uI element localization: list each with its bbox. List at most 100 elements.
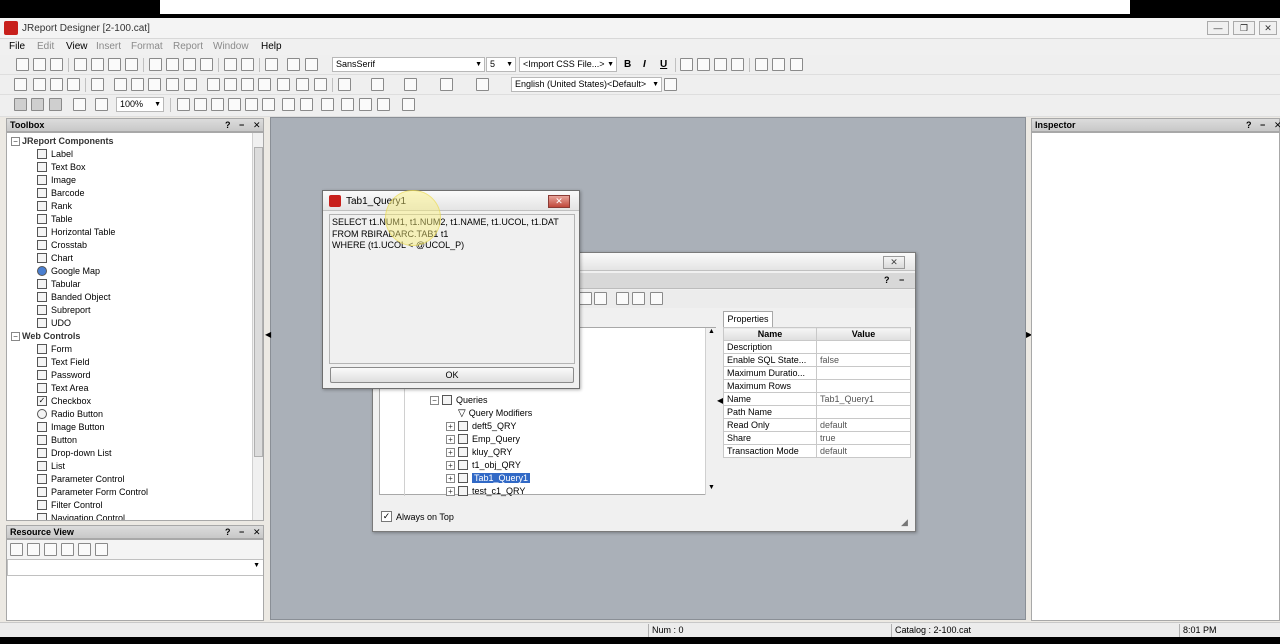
catalog-minimize-button[interactable]: − xyxy=(899,275,904,285)
copy-format-icon[interactable] xyxy=(73,98,86,111)
group-icon[interactable] xyxy=(91,78,104,91)
property-value[interactable]: true xyxy=(816,431,911,445)
same-size-icon[interactable] xyxy=(321,98,334,111)
align-middles-icon[interactable] xyxy=(245,98,258,111)
toolbox-item-navigation-control[interactable]: Navigation Control xyxy=(37,512,125,520)
redo-icon[interactable] xyxy=(241,58,254,71)
toolbox-item-horizontal-table[interactable]: Horizontal Table xyxy=(37,226,115,239)
filter-icon[interactable] xyxy=(616,292,629,305)
toolbox-item-parameter-control[interactable]: Parameter Control xyxy=(37,473,125,486)
tree-node-query[interactable]: kluy_QRY xyxy=(458,446,512,459)
tree-collapse-icon[interactable]: − xyxy=(11,137,20,146)
udo-tool-icon[interactable] xyxy=(314,78,327,91)
catalog-tool-icon[interactable] xyxy=(579,292,592,305)
align-bottoms-icon[interactable] xyxy=(262,98,275,111)
menu-format[interactable]: Format xyxy=(131,41,163,52)
italic-button[interactable]: I xyxy=(643,59,646,70)
border-icon[interactable] xyxy=(790,58,803,71)
close-window-button[interactable]: ✕ xyxy=(1259,21,1277,35)
label-tool-icon[interactable] xyxy=(114,78,127,91)
toolbox-item-rank[interactable]: Rank xyxy=(37,200,72,213)
menu-edit[interactable]: Edit xyxy=(37,41,54,52)
insert-field-icon[interactable] xyxy=(14,78,27,91)
tabular-tool-icon[interactable] xyxy=(258,78,271,91)
always-on-top-checkbox[interactable]: ✓ xyxy=(381,511,392,522)
copy-icon[interactable] xyxy=(166,58,179,71)
toolbox-item-banded-object[interactable]: Banded Object xyxy=(37,291,111,304)
property-value[interactable]: default xyxy=(816,444,911,458)
cut-icon[interactable] xyxy=(149,58,162,71)
catalog-close-button[interactable]: ✕ xyxy=(883,256,905,269)
scroll-up-icon[interactable]: ▲ xyxy=(708,328,715,335)
properties-tab[interactable]: Properties xyxy=(723,311,773,327)
align-rights-icon[interactable] xyxy=(211,98,224,111)
justify-icon[interactable] xyxy=(731,58,744,71)
query-dialog-close-button[interactable]: ✕ xyxy=(548,195,570,208)
font-family-select[interactable]: SansSerif ▼ xyxy=(332,57,485,72)
export-icon[interactable] xyxy=(125,58,138,71)
parameter-icon[interactable] xyxy=(67,78,80,91)
undo-icon[interactable] xyxy=(224,58,237,71)
toolbox-item-udo[interactable]: UDO xyxy=(37,317,71,330)
property-row[interactable]: Path Name xyxy=(723,405,911,419)
paste-icon[interactable] xyxy=(183,58,196,71)
menu-help[interactable]: Help xyxy=(261,41,282,52)
google-map-tool-icon[interactable] xyxy=(338,78,351,91)
inspector-close-button[interactable]: ✕ xyxy=(1274,119,1280,131)
toolbox-scrollbar[interactable] xyxy=(252,133,263,520)
search-icon[interactable] xyxy=(632,292,645,305)
tree-expand-icon[interactable]: + xyxy=(446,487,455,496)
tree-node-query-selected[interactable]: Tab1_Query1 xyxy=(458,472,531,485)
property-value[interactable] xyxy=(816,379,911,393)
toolbox-item-list[interactable]: List xyxy=(37,460,65,473)
toolbox-item-button[interactable]: Button xyxy=(37,434,77,447)
bold-button[interactable]: B xyxy=(624,59,631,70)
tree-node-query-modifiers[interactable]: ▽ Query Modifiers xyxy=(458,407,532,420)
align-lefts-icon[interactable] xyxy=(177,98,190,111)
menu-view[interactable]: View xyxy=(66,41,88,52)
font-color-icon[interactable] xyxy=(772,58,785,71)
locale-settings-icon[interactable] xyxy=(664,78,677,91)
resource-link-icon[interactable] xyxy=(78,543,91,556)
toolbox-help-button[interactable]: ? xyxy=(225,119,231,131)
print-icon[interactable] xyxy=(74,58,87,71)
property-value[interactable]: Tab1_Query1 xyxy=(816,392,911,406)
tree-node-query[interactable]: deft5_QRY xyxy=(458,420,516,433)
property-row[interactable]: Description xyxy=(723,340,911,354)
underline-button[interactable]: U xyxy=(660,59,667,70)
same-width-icon[interactable] xyxy=(282,98,295,111)
inspector-help-button[interactable]: ? xyxy=(1246,119,1252,131)
toolbox-item-text-field[interactable]: Text Field xyxy=(37,356,90,369)
align-center-icon[interactable] xyxy=(697,58,710,71)
property-value[interactable] xyxy=(816,366,911,380)
summary-icon[interactable] xyxy=(50,78,63,91)
resource-minimize-button[interactable]: − xyxy=(239,526,244,538)
menu-window[interactable]: Window xyxy=(213,41,249,52)
tree-collapse-icon[interactable]: − xyxy=(11,332,20,341)
delete-icon[interactable] xyxy=(200,58,213,71)
toolbox-item-chart[interactable]: Chart xyxy=(37,252,73,265)
toolbox-item-filter-control[interactable]: Filter Control xyxy=(37,499,103,512)
tree-node-query[interactable]: t1_obj_QRY xyxy=(458,459,521,472)
tree-expand-icon[interactable]: + xyxy=(446,461,455,470)
property-value[interactable] xyxy=(816,340,911,354)
menu-report[interactable]: Report xyxy=(173,41,203,52)
textbox-tool-icon[interactable] xyxy=(131,78,144,91)
property-value[interactable] xyxy=(816,405,911,419)
new-icon[interactable] xyxy=(16,58,29,71)
send-back-icon[interactable] xyxy=(359,98,372,111)
toolbox-item-textbox[interactable]: Text Box xyxy=(37,161,86,174)
properties-icon[interactable] xyxy=(287,58,300,71)
filter-icon[interactable] xyxy=(27,543,40,556)
toolbox-item-parameter-form-control[interactable]: Parameter Form Control xyxy=(37,486,148,499)
property-row[interactable]: Share true xyxy=(723,431,911,445)
toolbox-item-tabular[interactable]: Tabular xyxy=(37,278,81,291)
preview-icon[interactable] xyxy=(91,58,104,71)
resource-edit-icon[interactable] xyxy=(61,543,74,556)
line-tool-icon[interactable] xyxy=(404,78,417,91)
toolbox-group-web-controls[interactable]: Web Controls xyxy=(22,330,80,343)
toolbox-close-button[interactable]: ✕ xyxy=(253,119,261,131)
view-mode-icon[interactable] xyxy=(49,98,62,111)
catalog-select[interactable]: ▼ xyxy=(7,559,263,576)
tree-expand-icon[interactable]: + xyxy=(446,474,455,483)
